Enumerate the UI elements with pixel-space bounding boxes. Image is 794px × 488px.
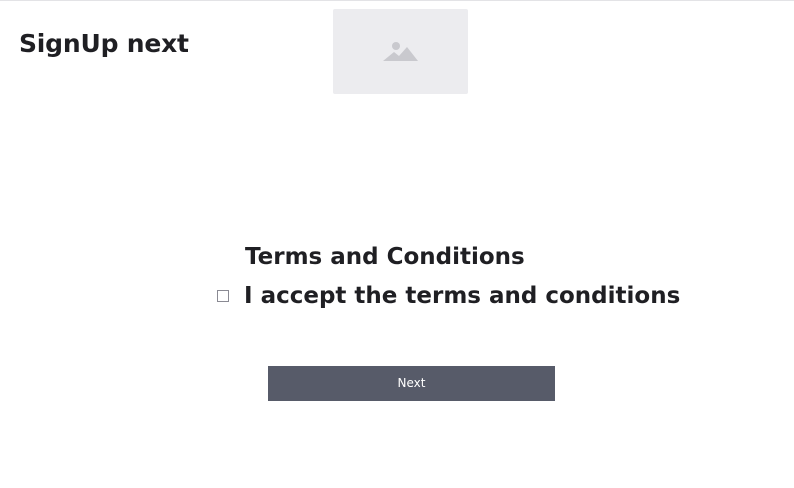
image-placeholder: [333, 9, 468, 94]
top-divider: [0, 0, 794, 1]
signup-page: SignUp next Terms and Conditions I accep…: [0, 0, 794, 488]
terms-heading: Terms and Conditions: [245, 244, 525, 270]
page-title: SignUp next: [19, 29, 189, 58]
accept-terms-row[interactable]: I accept the terms and conditions: [217, 280, 680, 312]
next-button[interactable]: Next: [268, 366, 555, 401]
accept-terms-label[interactable]: I accept the terms and conditions: [244, 280, 680, 312]
image-placeholder-icon: [382, 41, 418, 61]
accept-terms-checkbox[interactable]: [217, 290, 229, 302]
